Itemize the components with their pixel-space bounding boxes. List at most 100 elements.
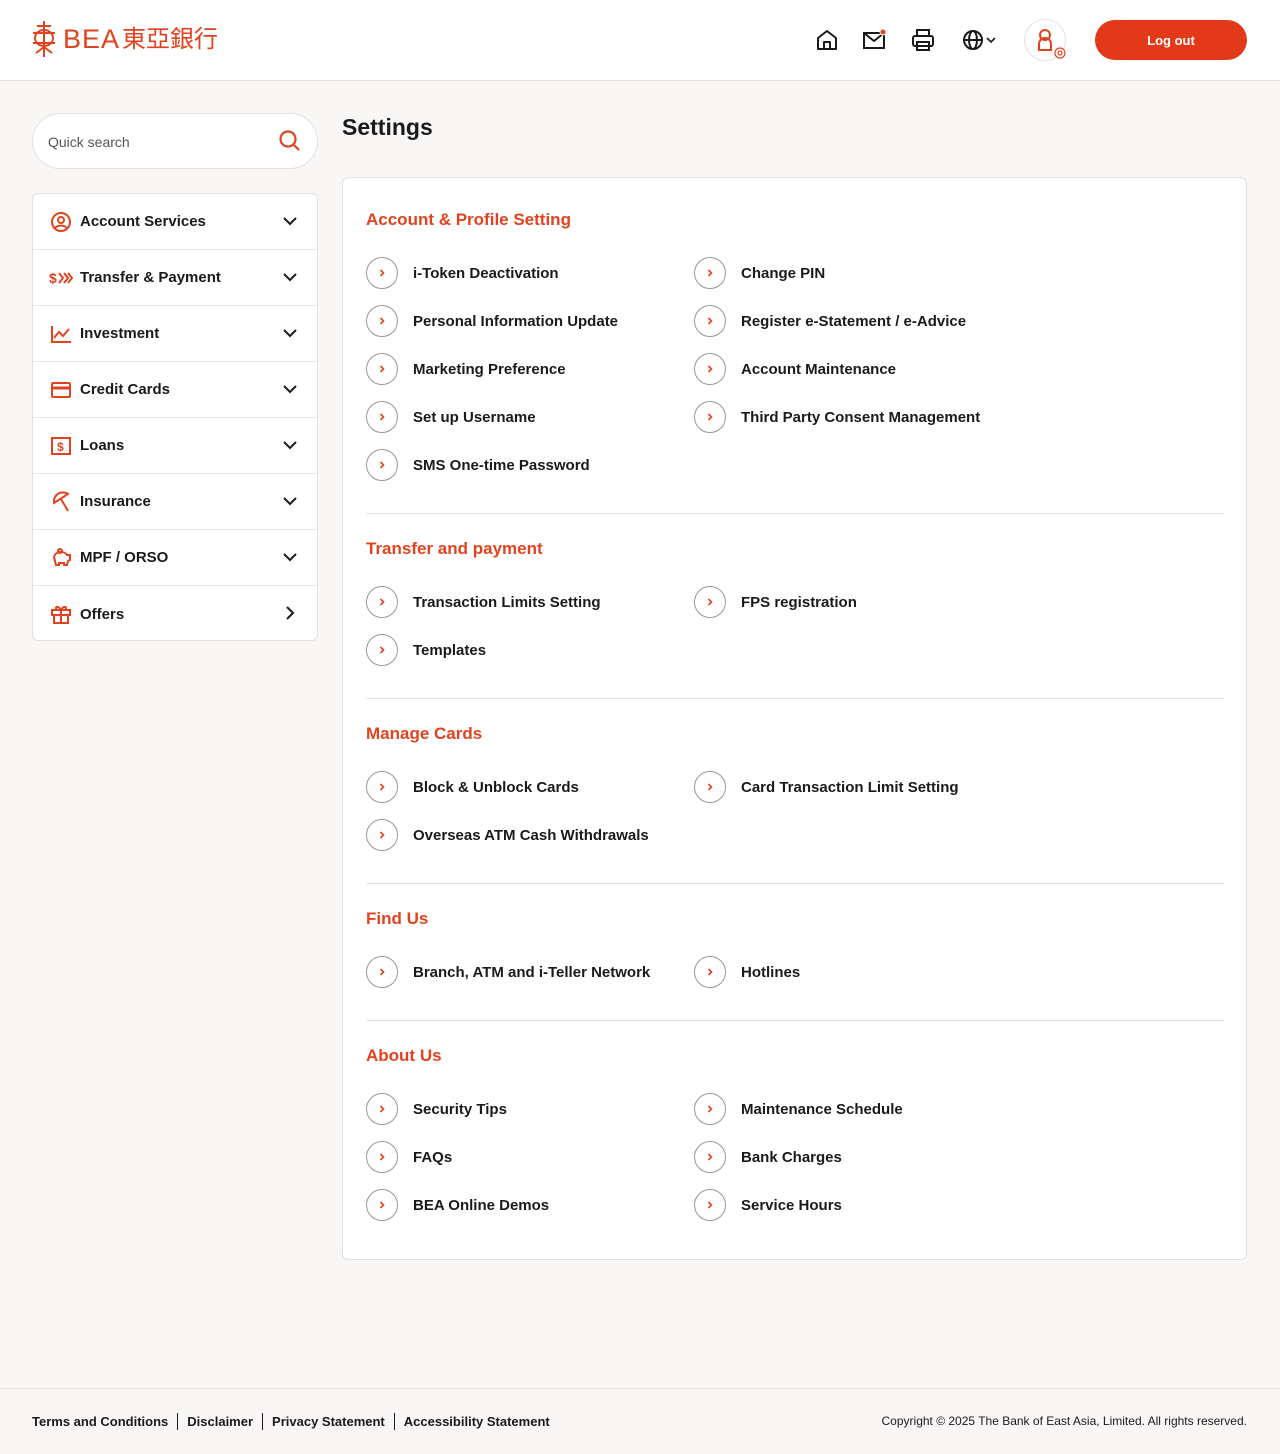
link-label: Set up Username <box>413 408 536 426</box>
chevron-right-icon <box>366 771 398 803</box>
chevron-down-icon <box>283 273 297 282</box>
print-icon[interactable] <box>909 26 937 54</box>
link-label: Marketing Preference <box>413 360 566 378</box>
link-label: Maintenance Schedule <box>741 1100 903 1118</box>
link-card-transaction-limit[interactable]: Card Transaction Limit Setting <box>694 771 959 803</box>
link-bea-online-demos[interactable]: BEA Online Demos <box>366 1189 549 1221</box>
chevron-right-icon <box>366 257 398 289</box>
chevron-right-icon <box>366 1093 398 1125</box>
link-register-estatement[interactable]: Register e-Statement / e-Advice <box>694 305 966 337</box>
sidebar-item-mpf-orso[interactable]: MPF / ORSO <box>33 530 317 586</box>
section-title-manage-cards: Manage Cards <box>366 724 483 743</box>
link-label: Hotlines <box>741 963 801 981</box>
home-icon[interactable] <box>813 26 841 54</box>
chevron-right-icon <box>366 586 398 618</box>
link-hotlines[interactable]: Hotlines <box>694 956 800 988</box>
language-selector[interactable] <box>958 26 1000 54</box>
sidebar-item-loans[interactable]: $ Loans <box>33 418 317 474</box>
link-templates[interactable]: Templates <box>366 634 486 666</box>
footer-links: Terms and Conditions Disclaimer Privacy … <box>32 1413 550 1430</box>
profile-button[interactable] <box>1024 19 1066 61</box>
link-label: BEA Online Demos <box>413 1196 550 1214</box>
link-label: Transaction Limits Setting <box>413 593 601 611</box>
sidebar-item-offers[interactable]: Offers <box>33 586 317 640</box>
link-branch-atm-network[interactable]: Branch, ATM and i-Teller Network <box>366 956 650 988</box>
chevron-down-icon <box>283 385 297 394</box>
search-icon[interactable] <box>278 129 302 153</box>
section-divider <box>366 698 1224 699</box>
page-title: Settings <box>342 114 433 140</box>
link-marketing-preference[interactable]: Marketing Preference <box>366 353 566 385</box>
link-block-unblock-cards[interactable]: Block & Unblock Cards <box>366 771 579 803</box>
chevron-right-icon <box>366 956 398 988</box>
top-header: BEA 東亞銀行 Log out <box>0 0 1280 81</box>
link-label: SMS One-time Password <box>413 456 590 474</box>
chevron-right-icon <box>366 449 398 481</box>
link-set-up-username[interactable]: Set up Username <box>366 401 536 433</box>
link-label: Overseas ATM Cash Withdrawals <box>413 826 649 844</box>
link-maintenance-schedule[interactable]: Maintenance Schedule <box>694 1093 903 1125</box>
sidebar-item-label: MPF / ORSO <box>80 549 169 566</box>
link-label: FPS registration <box>741 593 857 611</box>
link-itoken-deactivation[interactable]: i-Token Deactivation <box>366 257 559 289</box>
link-third-party-consent[interactable]: Third Party Consent Management <box>694 401 980 433</box>
transfer-icon: $ <box>49 266 73 290</box>
link-overseas-atm-withdrawals[interactable]: Overseas ATM Cash Withdrawals <box>366 819 649 851</box>
loan-icon: $ <box>49 434 73 458</box>
chevron-right-icon <box>366 353 398 385</box>
footer-link-privacy[interactable]: Privacy Statement <box>272 1414 385 1429</box>
chevron-right-icon <box>366 305 398 337</box>
section-title-transfer-payment: Transfer and payment <box>366 539 543 558</box>
chevron-right-icon <box>694 257 726 289</box>
link-transaction-limits-setting[interactable]: Transaction Limits Setting <box>366 586 601 618</box>
footer-link-accessibility[interactable]: Accessibility Statement <box>404 1414 550 1429</box>
footer-link-terms[interactable]: Terms and Conditions <box>32 1414 168 1429</box>
chevron-right-icon <box>694 1093 726 1125</box>
chevron-right-icon <box>694 771 726 803</box>
link-faqs[interactable]: FAQs <box>366 1141 452 1173</box>
search-input[interactable] <box>48 130 268 154</box>
sidebar-item-transfer-payment[interactable]: $ Transfer & Payment <box>33 250 317 306</box>
bea-logo[interactable]: BEA 東亞銀行 <box>31 20 218 58</box>
page-footer: Terms and Conditions Disclaimer Privacy … <box>0 1388 1280 1454</box>
chevron-right-icon <box>694 305 726 337</box>
bea-emblem-icon <box>33 21 55 57</box>
copyright-text: Copyright © 2025 The Bank of East Asia, … <box>881 1414 1247 1428</box>
sidebar-item-investment[interactable]: Investment <box>33 306 317 362</box>
chevron-right-icon <box>694 353 726 385</box>
logout-button[interactable]: Log out <box>1095 20 1247 60</box>
link-account-maintenance[interactable]: Account Maintenance <box>694 353 896 385</box>
sidebar-item-label: Credit Cards <box>80 381 171 398</box>
link-change-pin[interactable]: Change PIN <box>694 257 825 289</box>
link-bank-charges[interactable]: Bank Charges <box>694 1141 842 1173</box>
brand-name-cjk: 東亞銀行 <box>122 25 219 53</box>
link-label: Card Transaction Limit Setting <box>741 778 959 796</box>
chevron-right-icon <box>366 1189 398 1221</box>
footer-link-disclaimer[interactable]: Disclaimer <box>187 1414 253 1429</box>
mail-icon[interactable] <box>861 26 889 54</box>
piggy-bank-icon <box>49 546 73 570</box>
sidebar-item-account-services[interactable]: Account Services <box>33 194 317 250</box>
sidebar-item-credit-cards[interactable]: Credit Cards <box>33 362 317 418</box>
globe-icon <box>963 30 983 50</box>
link-sms-otp[interactable]: SMS One-time Password <box>366 449 590 481</box>
link-security-tips[interactable]: Security Tips <box>366 1093 507 1125</box>
sidebar-item-label: Account Services <box>80 213 206 230</box>
link-label: Personal Information Update <box>413 312 619 330</box>
chevron-right-icon <box>286 606 295 620</box>
link-label: i-Token Deactivation <box>413 264 559 282</box>
credit-card-icon <box>49 378 73 402</box>
sidebar-item-insurance[interactable]: Insurance <box>33 474 317 530</box>
chevron-right-icon <box>694 1141 726 1173</box>
link-label: Third Party Consent Management <box>741 408 981 426</box>
link-label: Account Maintenance <box>741 360 897 378</box>
link-personal-information-update[interactable]: Personal Information Update <box>366 305 618 337</box>
link-label: Templates <box>413 641 487 659</box>
svg-text:$: $ <box>57 440 64 454</box>
chevron-down-icon <box>283 329 297 338</box>
chevron-down-icon <box>283 497 297 506</box>
link-fps-registration[interactable]: FPS registration <box>694 586 857 618</box>
link-service-hours[interactable]: Service Hours <box>694 1189 842 1221</box>
chevron-right-icon <box>366 1141 398 1173</box>
gift-icon <box>49 602 73 626</box>
